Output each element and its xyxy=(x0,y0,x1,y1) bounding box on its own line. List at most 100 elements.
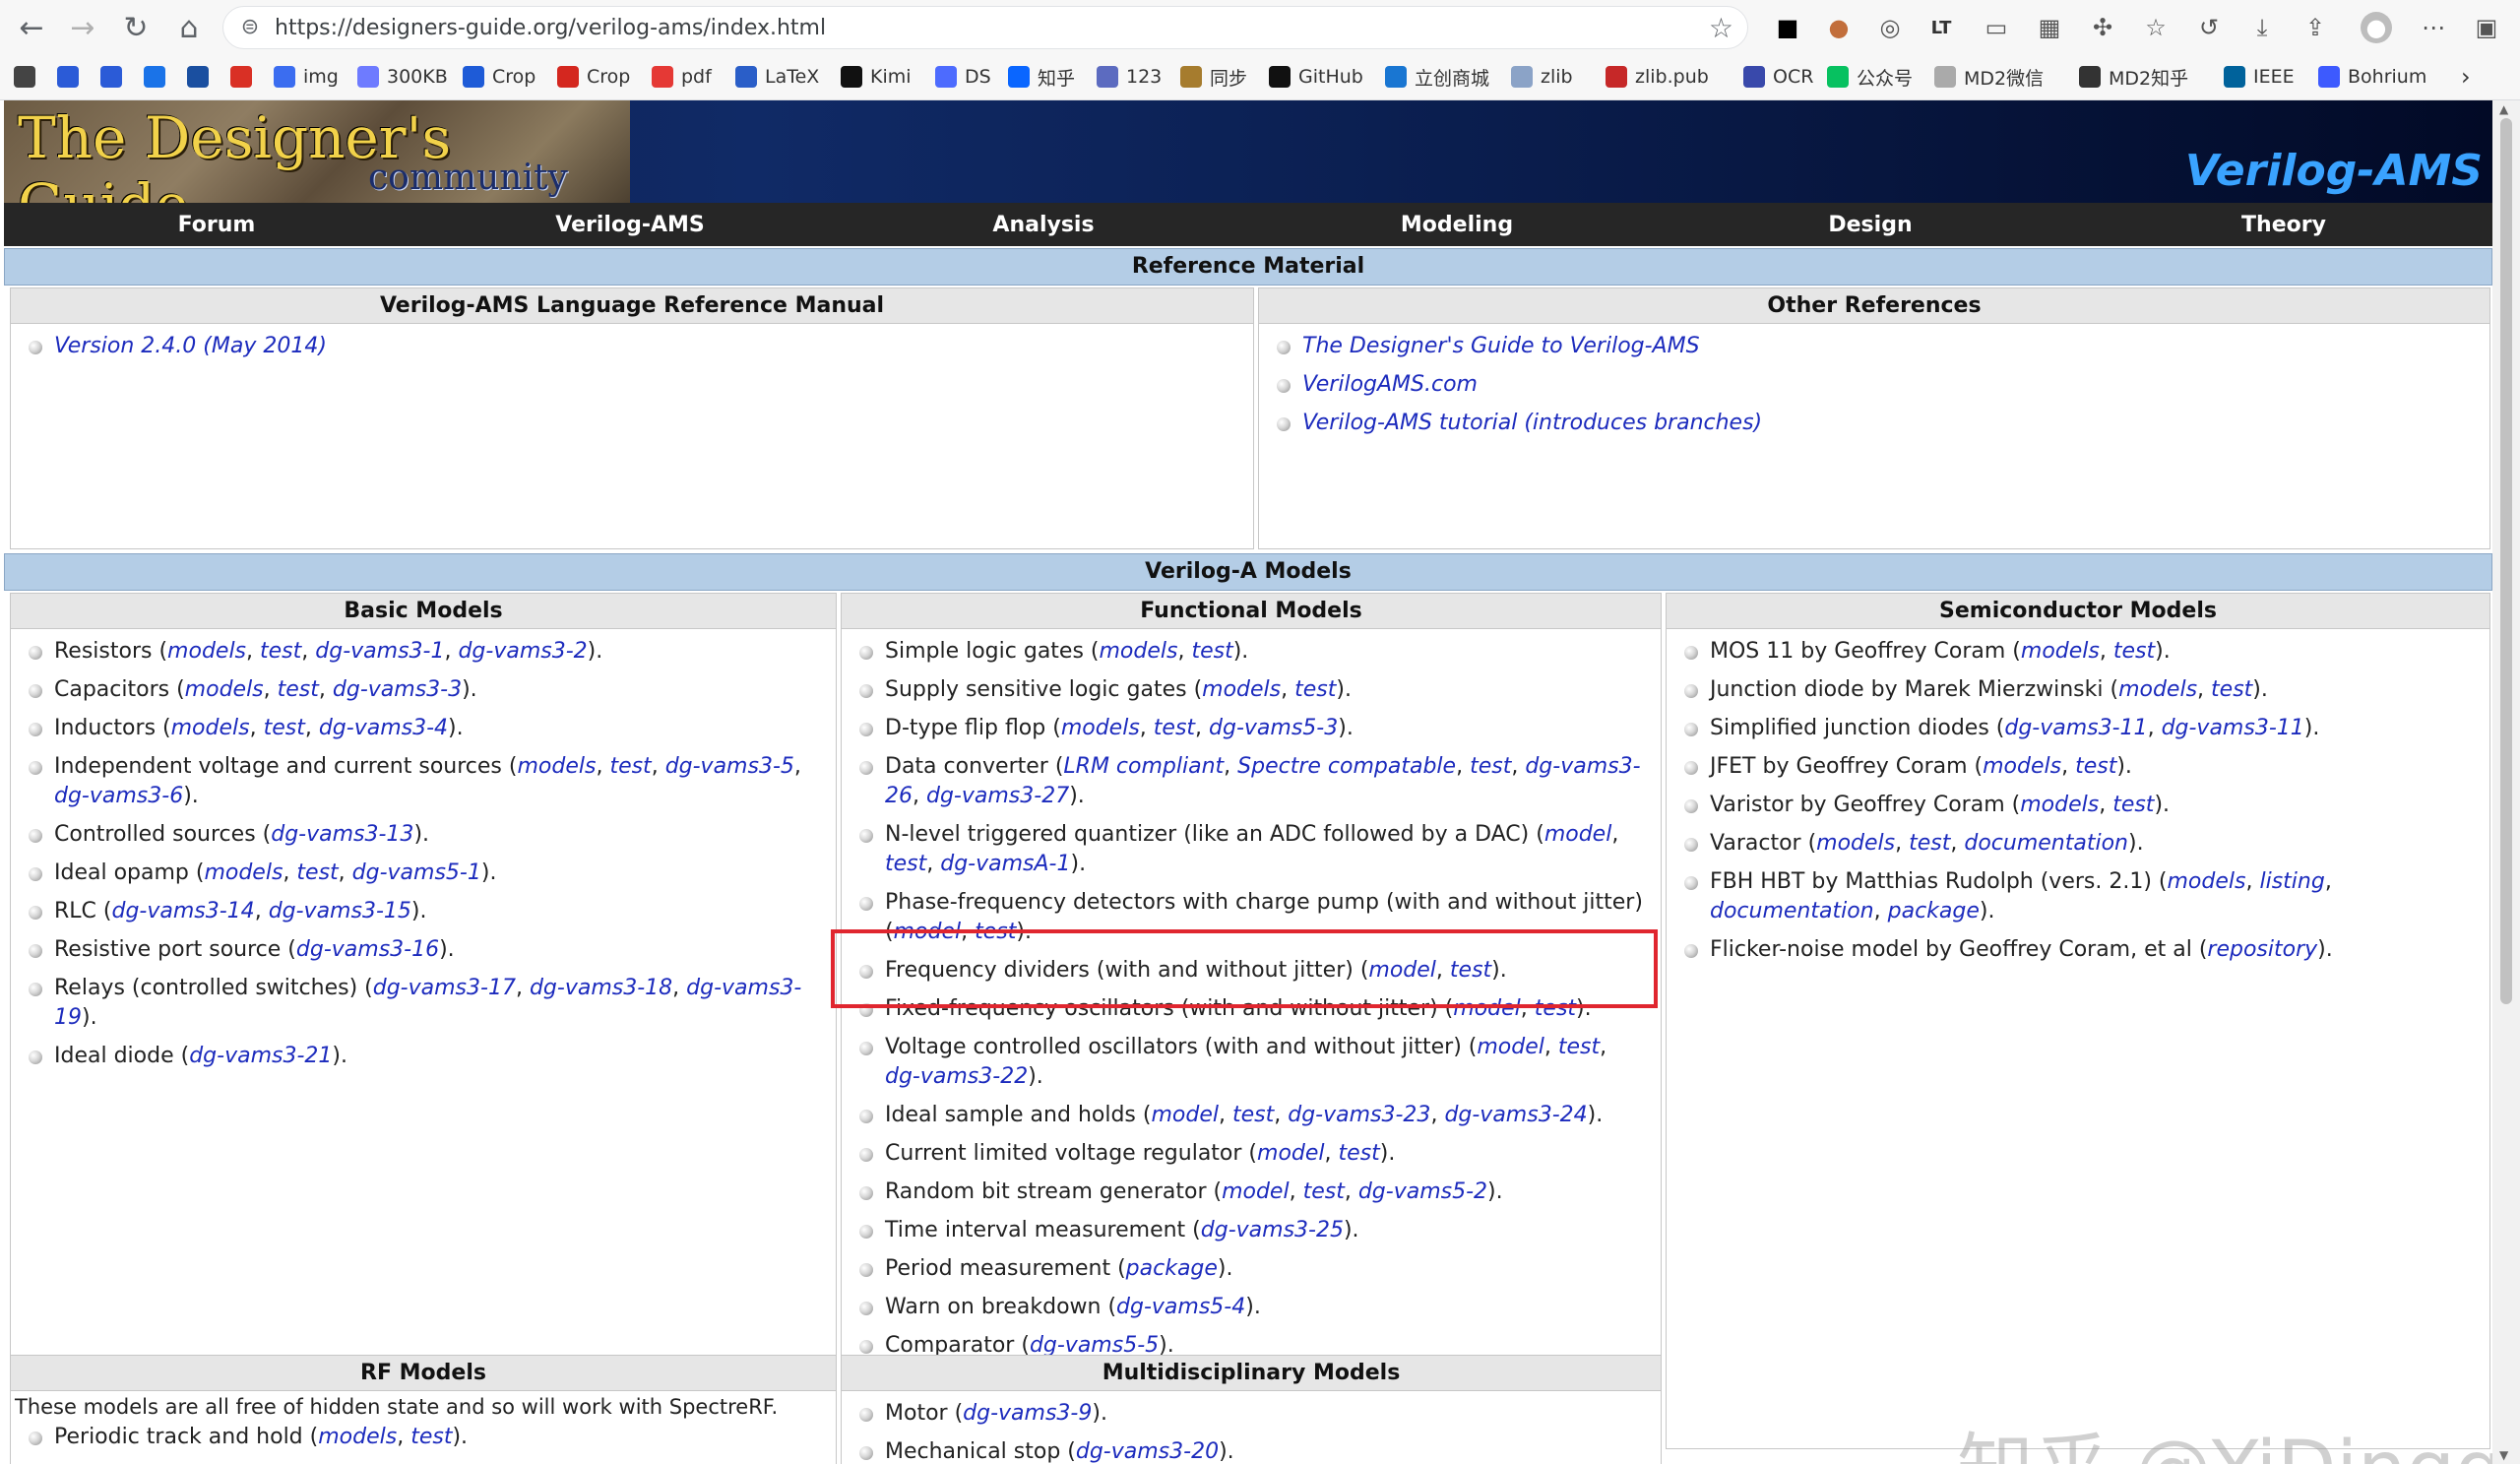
item-link[interactable]: dg-vams3-25 xyxy=(1201,1218,1344,1242)
bookmark-0[interactable] xyxy=(14,63,43,91)
item-link[interactable]: dg-vams3-3 xyxy=(333,677,462,702)
item-link[interactable]: documentation xyxy=(1964,831,2128,856)
bookmark-17[interactable]: GitHub xyxy=(1269,63,1363,91)
item-link[interactable]: test xyxy=(264,716,305,740)
page-scrollbar[interactable]: ▲ ▼ xyxy=(2492,100,2520,1464)
item-link[interactable]: models xyxy=(204,860,283,885)
item-link[interactable]: dg-vams3-13 xyxy=(271,822,413,847)
bookmark-21[interactable]: OCR xyxy=(1743,63,1813,91)
item-link[interactable]: test xyxy=(260,639,301,664)
item-link[interactable]: dg-vams3-21 xyxy=(189,1044,332,1068)
item-link[interactable]: models xyxy=(2168,869,2246,894)
item-link[interactable]: model xyxy=(1477,1035,1544,1059)
downloads-icon[interactable]: ⤓ xyxy=(2246,12,2278,43)
item-link[interactable]: models xyxy=(1061,716,1140,740)
extension-face-icon[interactable]: ● xyxy=(1823,12,1855,43)
item-link[interactable]: test xyxy=(410,1425,452,1449)
item-link[interactable]: dg-vams3-2 xyxy=(458,639,587,664)
item-link[interactable]: test xyxy=(1909,831,1950,856)
item-link[interactable]: test xyxy=(1303,1179,1345,1204)
item-link[interactable]: test xyxy=(885,852,926,876)
bookmark-6[interactable]: img xyxy=(274,63,339,91)
item-link[interactable]: dg-vams3-14 xyxy=(111,899,254,923)
item-link[interactable]: dg-vams3-17 xyxy=(373,976,516,1000)
item-link[interactable]: test xyxy=(2075,754,2116,779)
item-link[interactable]: The Designer's Guide to Verilog-AMS xyxy=(1302,334,1700,358)
item-link[interactable]: models xyxy=(1202,677,1281,702)
history-icon[interactable]: ↺ xyxy=(2193,12,2225,43)
site-info-icon[interactable]: ⊜ xyxy=(237,15,263,40)
more-menu-icon[interactable]: ⋯ xyxy=(2418,12,2449,43)
address-bar[interactable]: ⊜ https://designers-guide.org/verilog-am… xyxy=(222,6,1748,49)
item-link[interactable]: models xyxy=(185,677,264,702)
item-link[interactable]: dg-vams3-27 xyxy=(926,784,1069,808)
bookmark-25[interactable]: IEEE xyxy=(2224,63,2295,91)
bookmark-15[interactable]: 123 xyxy=(1097,63,1162,91)
item-link[interactable]: dg-vamsA-1 xyxy=(940,852,1070,876)
item-link[interactable]: listing xyxy=(2259,869,2324,894)
bookmark-2[interactable] xyxy=(100,63,130,91)
item-link[interactable]: dg-vams5-2 xyxy=(1358,1179,1487,1204)
bookmark-5[interactable] xyxy=(230,63,260,91)
extension-lt-icon[interactable]: LT xyxy=(1925,12,1957,43)
bookmark-20[interactable]: zlib.pub xyxy=(1606,63,1709,91)
item-link[interactable]: dg-vams3-6 xyxy=(54,784,183,808)
item-link[interactable]: Version 2.4.0 (May 2014) xyxy=(54,334,327,358)
item-link[interactable]: dg-vams3-24 xyxy=(1444,1103,1587,1127)
bookmark-24[interactable]: MD2知乎 xyxy=(2079,63,2188,91)
item-link[interactable]: dg-vams3-4 xyxy=(319,716,448,740)
item-link[interactable]: dg-vams3-22 xyxy=(885,1064,1028,1089)
item-link[interactable]: test xyxy=(1232,1103,1274,1127)
item-link[interactable]: dg-vams5-4 xyxy=(1116,1295,1245,1319)
favorite-star-icon[interactable]: ☆ xyxy=(1709,12,1733,44)
item-link[interactable]: test xyxy=(1294,677,1336,702)
bookmark-4[interactable] xyxy=(187,63,217,91)
item-link[interactable]: model xyxy=(1151,1103,1219,1127)
item-link[interactable]: dg-vams3-23 xyxy=(1288,1103,1430,1127)
item-link[interactable]: dg-vams3-11 xyxy=(2162,716,2304,740)
nav-analysis[interactable]: Analysis xyxy=(837,213,1250,237)
item-link[interactable]: repository xyxy=(2207,937,2317,962)
item-link[interactable]: models xyxy=(2020,793,2099,817)
item-link[interactable]: models xyxy=(2021,639,2100,664)
scroll-down-icon[interactable]: ▼ xyxy=(2499,1448,2508,1462)
profile-avatar-icon[interactable]: ● xyxy=(2361,12,2392,43)
address-url[interactable]: https://designers-guide.org/verilog-ams/… xyxy=(275,16,826,40)
item-link[interactable]: dg-vams3-1 xyxy=(315,639,444,664)
item-link[interactable]: documentation xyxy=(1710,899,1874,923)
item-link[interactable]: Verilog-AMS tutorial (introduces branche… xyxy=(1302,411,1762,435)
scroll-up-icon[interactable]: ▲ xyxy=(2499,102,2508,116)
extensions-puzzle-icon[interactable]: ✣ xyxy=(2087,12,2118,43)
nav-theory[interactable]: Theory xyxy=(2077,213,2490,237)
item-link[interactable]: test xyxy=(609,754,651,779)
bookmark-9[interactable]: Crop xyxy=(557,63,630,91)
item-link[interactable]: test xyxy=(1154,716,1195,740)
item-link[interactable]: models xyxy=(1983,754,2061,779)
item-link[interactable]: models xyxy=(167,639,246,664)
nav-verilog-ams[interactable]: Verilog-AMS xyxy=(423,213,837,237)
item-link[interactable]: dg-vams3-16 xyxy=(296,937,439,962)
item-link[interactable]: test xyxy=(278,677,319,702)
item-link[interactable]: models xyxy=(2118,677,2197,702)
item-link[interactable]: test xyxy=(2211,677,2252,702)
item-link[interactable]: test xyxy=(1191,639,1232,664)
item-link[interactable]: test xyxy=(1558,1035,1600,1059)
extension-notification-icon[interactable]: ■ xyxy=(1772,12,1803,43)
item-link[interactable]: package xyxy=(1888,899,1980,923)
bookmark-3[interactable] xyxy=(144,63,173,91)
item-link[interactable]: package xyxy=(1126,1256,1218,1281)
item-link[interactable]: models xyxy=(171,716,250,740)
bookmarks-overflow-chevron-icon[interactable]: › xyxy=(2461,63,2471,91)
bookmark-22[interactable]: 公众号 xyxy=(1827,63,1913,91)
item-link[interactable]: dg-vams5-3 xyxy=(1209,716,1338,740)
item-link[interactable]: dg-vams3-9 xyxy=(963,1401,1092,1426)
back-icon[interactable]: ← xyxy=(14,10,49,45)
item-link[interactable]: models xyxy=(517,754,596,779)
bookmark-19[interactable]: zlib xyxy=(1511,63,1573,91)
item-link[interactable]: dg-vams5-1 xyxy=(352,860,481,885)
extension-chat-icon[interactable]: ◎ xyxy=(1874,12,1906,43)
site-logo[interactable]: The Designer's Guide community xyxy=(4,100,630,238)
item-link[interactable]: models xyxy=(1816,831,1895,856)
bookmark-13[interactable]: DS xyxy=(935,63,991,91)
bookmark-11[interactable]: LaTeX xyxy=(735,63,819,91)
